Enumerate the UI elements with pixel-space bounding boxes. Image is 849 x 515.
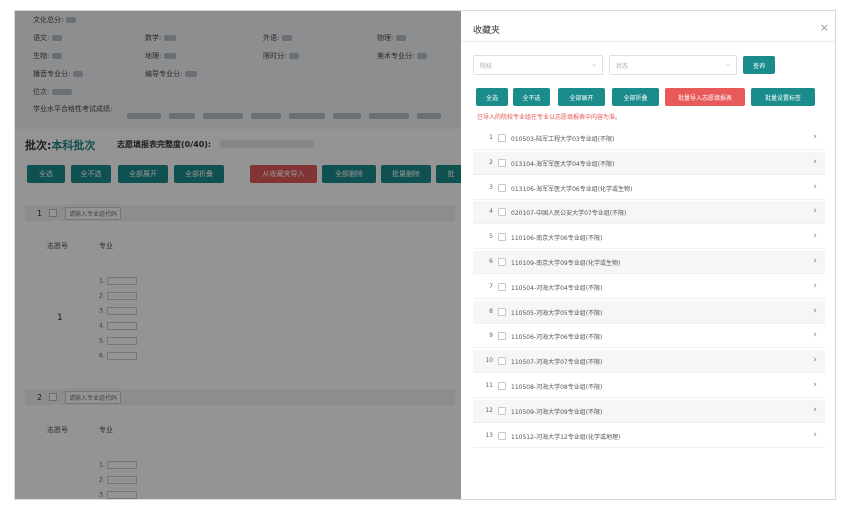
item-number: 5	[489, 233, 493, 241]
chevron-down-icon: ⌄	[591, 60, 597, 68]
favorites-modal: 收藏夹 × 院校 ⌄ 状态 ⌄ 查询 全选 全不选 全部展开 全部折叠 批量导入…	[461, 11, 835, 499]
item-label: 110508-河海大学08专业组(不限)	[511, 384, 603, 391]
chevron-right-icon[interactable]: ›	[813, 355, 817, 365]
item-label: 110512-河海大学12专业组(化学或地理)	[511, 433, 621, 441]
favorite-item[interactable]: 1 010503-陆军工程大学03专业组(不限) ›	[473, 127, 825, 150]
item-label: 013106-海军军医大学06专业组(化学或生物)	[511, 185, 633, 193]
item-label: 110506-河海大学06专业组(不限)	[511, 334, 603, 342]
item-label: 110505-河海大学05专业组(不限)	[511, 309, 603, 317]
status-filter-select[interactable]: 状态 ⌄	[609, 55, 737, 75]
item-checkbox[interactable]	[498, 134, 506, 142]
chevron-right-icon[interactable]: ›	[813, 306, 817, 316]
item-number: 10	[485, 357, 493, 365]
item-checkbox[interactable]	[498, 208, 506, 217]
close-icon[interactable]: ×	[820, 21, 829, 34]
item-number: 3	[489, 183, 493, 191]
item-number: 6	[489, 258, 493, 265]
item-checkbox[interactable]	[498, 332, 506, 341]
item-number: 2	[489, 158, 493, 166]
modal-collapse-all-button[interactable]: 全部折叠	[612, 88, 659, 106]
chevron-right-icon[interactable]: ›	[813, 380, 817, 390]
chevron-right-icon[interactable]: ›	[813, 231, 817, 241]
batch-tag-button[interactable]: 批量设置标签	[751, 88, 815, 106]
batch-import-button[interactable]: 批量导入志愿填报表	[665, 88, 745, 106]
item-label: 110509-河海大学09专业组(不限)	[511, 408, 603, 416]
query-button[interactable]: 查询	[743, 56, 775, 74]
favorite-item[interactable]: 4 020107-中国人民公安大学07专业组(不限) ›	[473, 201, 825, 225]
favorite-item[interactable]: 11 110508-河海大学08专业组(不限) ›	[473, 375, 825, 398]
import-hint: 已导入的院校专业组在专业以志愿填报表中内容为准。	[477, 114, 622, 121]
chevron-right-icon[interactable]: ›	[813, 157, 817, 167]
item-label: 110504-河海大学04专业组(不限)	[511, 284, 603, 292]
favorite-item[interactable]: 5 110106-南京大学06专业组(不限) ›	[473, 226, 825, 250]
item-label: 110109-南京大学09专业组(化学或生物)	[511, 260, 621, 267]
item-checkbox[interactable]	[498, 431, 506, 440]
favorite-item[interactable]: 2 013104-海军军医大学04专业组(不限) ›	[473, 151, 825, 175]
item-number: 12	[485, 406, 493, 414]
item-number: 7	[489, 282, 493, 290]
item-checkbox[interactable]	[498, 158, 506, 167]
item-label: 110106-南京大学06专业组(不限)	[511, 235, 603, 243]
chevron-right-icon[interactable]: ›	[813, 405, 817, 415]
item-number: 8	[489, 307, 493, 315]
favorite-item[interactable]: 6 110109-南京大学09专业组(化学或生物) ›	[473, 251, 825, 274]
item-number: 13	[485, 431, 493, 439]
item-number: 11	[485, 382, 493, 389]
modal-expand-all-button[interactable]: 全部展开	[558, 88, 605, 106]
item-number: 9	[489, 332, 493, 340]
chevron-down-icon: ⌄	[725, 60, 731, 68]
chevron-right-icon[interactable]: ›	[813, 330, 817, 340]
favorite-item[interactable]: 9 110506-河海大学06专业组(不限) ›	[473, 325, 825, 349]
item-checkbox[interactable]	[498, 233, 506, 242]
item-checkbox[interactable]	[498, 357, 506, 366]
favorite-item[interactable]: 10 110507-河海大学07专业组(不限) ›	[473, 350, 825, 374]
item-number: 4	[489, 208, 493, 216]
favorite-item[interactable]: 13 110512-河海大学12专业组(化学或地理) ›	[473, 425, 825, 448]
chevron-right-icon[interactable]: ›	[813, 281, 817, 291]
item-label: 010503-陆军工程大学03专业组(不限)	[511, 136, 615, 143]
item-label: 110507-河海大学07专业组(不限)	[511, 359, 603, 367]
item-checkbox[interactable]	[498, 258, 506, 266]
item-number: 1	[489, 134, 493, 141]
item-checkbox[interactable]	[498, 282, 506, 291]
item-checkbox[interactable]	[498, 382, 506, 390]
item-label: 020107-中国人民公安大学07专业组(不限)	[511, 210, 627, 218]
item-checkbox[interactable]	[498, 307, 506, 316]
modal-divider	[461, 41, 835, 42]
item-checkbox[interactable]	[498, 406, 506, 415]
chevron-right-icon[interactable]: ›	[813, 256, 817, 266]
item-label: 013104-海军军医大学04专业组(不限)	[511, 160, 615, 168]
app-frame: 文化总分: 语文: 数学: 外语: 物理: 生物: 地理: 限时分: 美术专业分…	[14, 10, 836, 500]
favorite-item[interactable]: 8 110505-河海大学05专业组(不限) ›	[473, 300, 825, 324]
modal-backdrop[interactable]	[15, 11, 461, 499]
item-checkbox[interactable]	[498, 183, 506, 192]
chevron-right-icon[interactable]: ›	[813, 430, 817, 440]
modal-select-all-button[interactable]: 全选	[476, 88, 508, 106]
chevron-right-icon[interactable]: ›	[813, 182, 817, 192]
modal-title: 收藏夹	[473, 26, 501, 36]
chevron-right-icon[interactable]: ›	[813, 206, 817, 216]
modal-select-none-button[interactable]: 全不选	[513, 88, 550, 106]
favorite-item[interactable]: 3 013106-海军军医大学06专业组(化学或生物) ›	[473, 177, 825, 200]
favorite-item[interactable]: 12 110509-河海大学09专业组(不限) ›	[473, 399, 825, 423]
school-filter-select[interactable]: 院校 ⌄	[473, 55, 603, 75]
favorite-item[interactable]: 7 110504-河海大学04专业组(不限) ›	[473, 276, 825, 299]
chevron-right-icon[interactable]: ›	[813, 132, 817, 142]
